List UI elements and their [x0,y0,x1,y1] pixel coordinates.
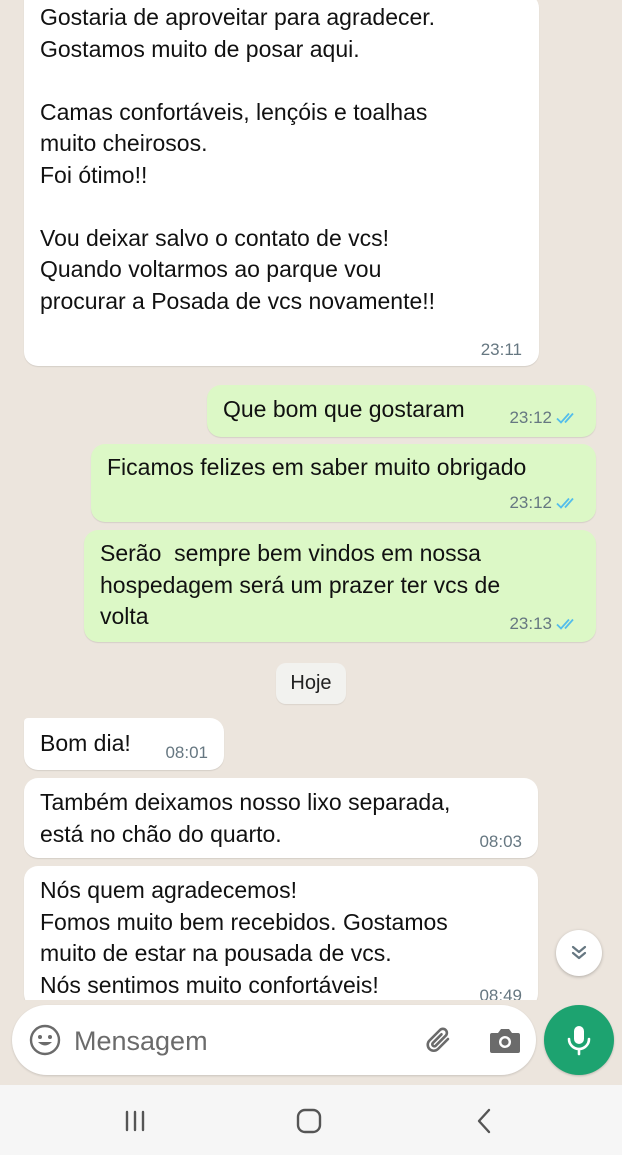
message-incoming[interactable]: Nós quem agradecemos! Fomos muito bem re… [24,866,538,1000]
microphone-icon [567,1026,591,1056]
back-icon [477,1108,491,1134]
voice-message-button[interactable] [544,1005,614,1075]
message-time: 23:13 [509,614,580,634]
message-time: 08:01 [165,743,208,762]
message-incoming[interactable]: Também deixamos nosso lixo separada, est… [24,778,538,858]
camera-icon[interactable] [488,1024,522,1056]
message-incoming[interactable]: Gostaria de aproveitar para agradecer. G… [24,0,539,366]
paperclip-icon[interactable] [422,1023,456,1057]
home-icon [296,1108,322,1134]
message-outgoing[interactable]: Ficamos felizes em saber muito obrigado … [91,444,596,522]
system-navigation-bar [0,1085,622,1155]
message-time: 08:49 [479,986,522,1000]
message-text: Ficamos felizes em saber muito obrigado [107,454,527,480]
double-check-icon [556,618,574,630]
message-outgoing[interactable]: Serão sempre bem vindos em nossa hospeda… [84,530,596,642]
chat-area[interactable]: Gostaria de aproveitar para agradecer. G… [0,0,622,1000]
message-time: 23:12 [509,493,580,513]
recents-button[interactable] [115,1105,155,1137]
message-text: Também deixamos nosso lixo separada, est… [40,789,451,847]
message-text: Gostaria de aproveitar para agradecer. G… [40,4,436,314]
message-text: Serão sempre bem vindos em nossa hospeda… [100,540,501,629]
home-button[interactable] [289,1105,329,1137]
message-input[interactable] [72,1017,406,1065]
double-check-icon [556,497,574,509]
message-text: Nós quem agradecemos! Fomos muito bem re… [40,877,448,998]
double-check-icon [556,412,574,424]
message-time: 23:11 [480,340,522,359]
back-button[interactable] [464,1105,504,1137]
message-outgoing[interactable]: Que bom que gostaram 23:12 [207,385,596,437]
message-time: 23:12 [509,408,580,428]
message-composer [12,1005,536,1075]
message-incoming[interactable]: Bom dia! 08:01 [24,718,224,770]
scroll-to-bottom-button[interactable] [556,930,602,976]
recents-icon [125,1110,145,1132]
double-chevron-down-icon [571,945,587,960]
emoji-icon[interactable] [28,1023,62,1057]
message-time: 08:03 [479,832,522,851]
date-separator: Hoje [276,663,346,704]
